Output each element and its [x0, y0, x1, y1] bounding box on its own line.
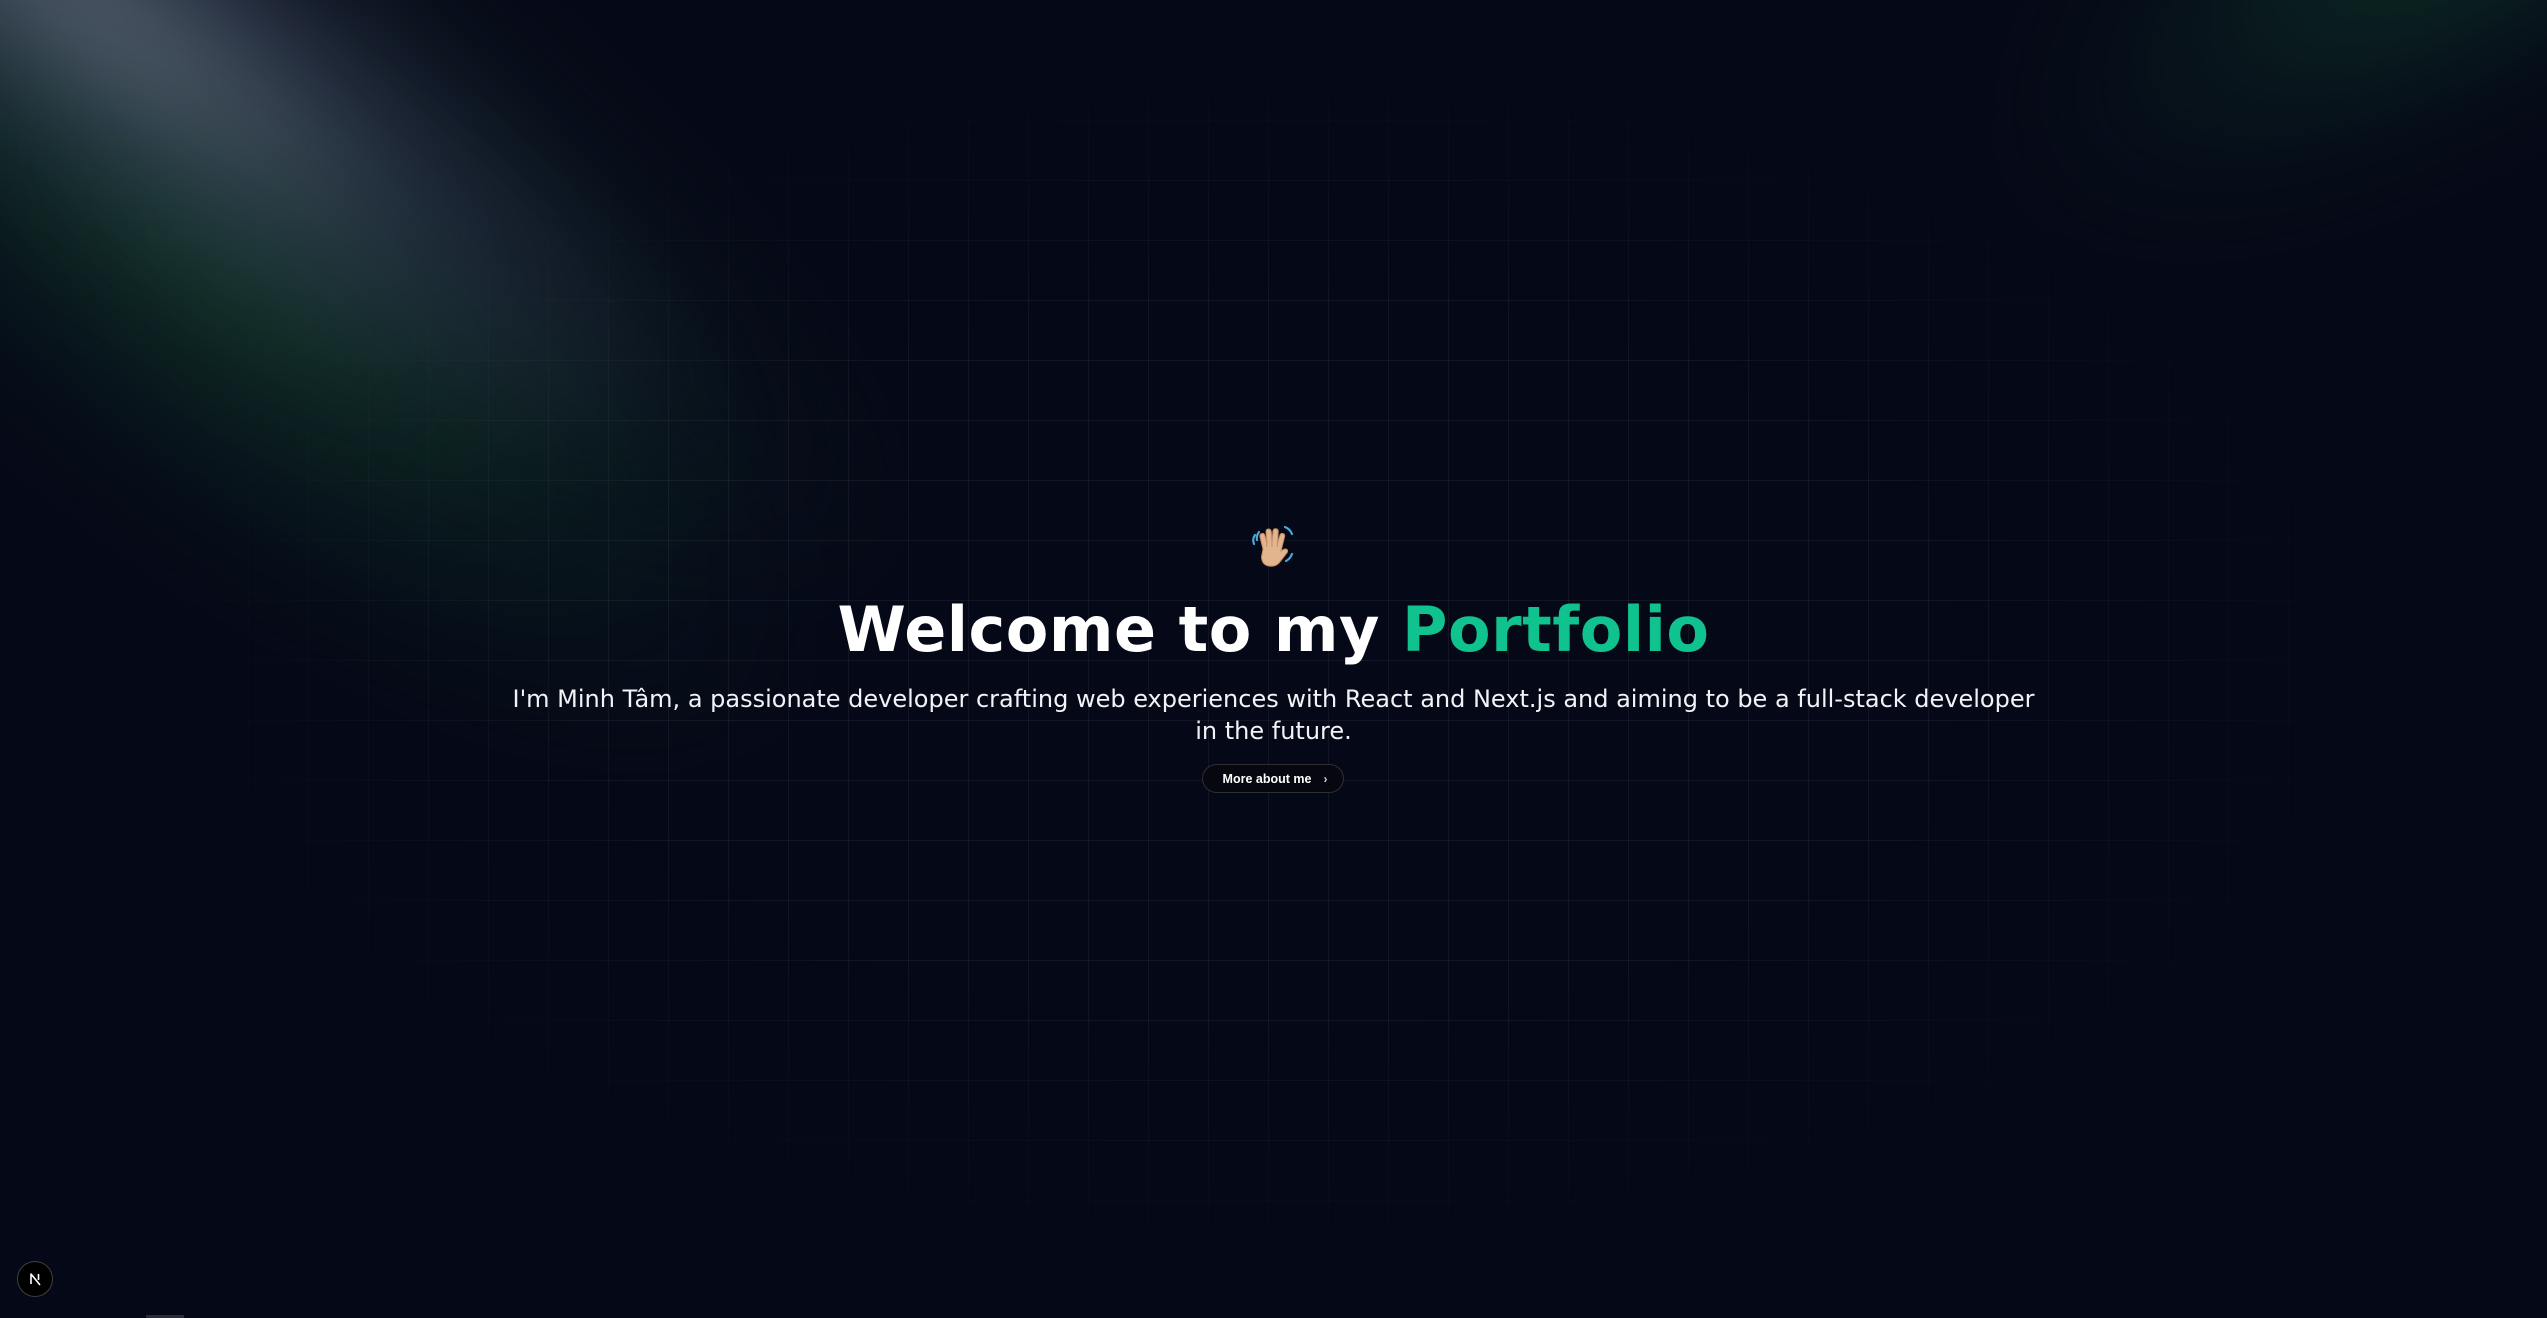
- nextjs-logo-icon: [30, 1273, 41, 1286]
- page-title: Welcome to my Portfolio: [0, 590, 2547, 670]
- chevron-right-icon: ›: [1323, 771, 1328, 786]
- title-accent: Portfolio: [1402, 593, 1710, 666]
- nextjs-dev-badge[interactable]: [17, 1261, 53, 1297]
- more-about-me-button[interactable]: More about me ›: [1202, 764, 1344, 793]
- title-prefix: Welcome to my: [837, 593, 1380, 666]
- page: Welcome to my Portfolio I'm Minh Tâm, a …: [0, 0, 2547, 1318]
- cta-label: More about me: [1222, 771, 1312, 786]
- hero-subtitle: I'm Minh Tâm, a passionate developer cra…: [512, 685, 2035, 745]
- waving-hand-icon: [1252, 525, 1294, 567]
